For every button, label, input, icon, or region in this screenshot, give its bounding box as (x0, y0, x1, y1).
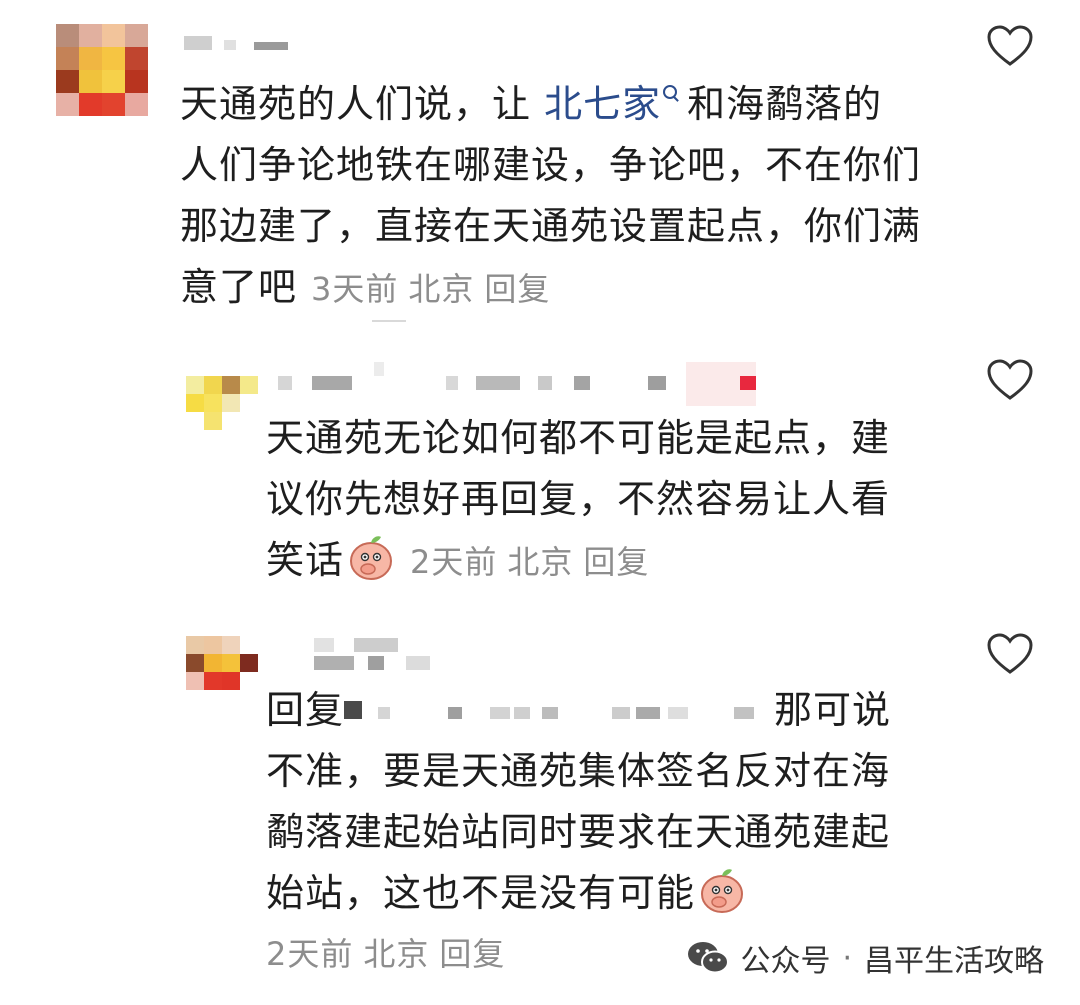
link-beiqijia[interactable]: 北七家 (544, 82, 661, 126)
platform-label: 公众号 (740, 944, 831, 979)
account-name: 昌平生活攻略 (864, 944, 1044, 979)
comment-text: 天通苑的人们说，让 北七家 和海鹬落的 人们争论地铁在哪建设，争论吧，不在你们 那… (180, 82, 922, 309)
location: 北京 (363, 935, 430, 973)
location: 北京 (408, 270, 475, 308)
reply-button[interactable]: 回复 (484, 270, 550, 308)
author-name[interactable] (314, 638, 434, 670)
reply-button[interactable]: 回复 (583, 543, 649, 581)
timestamp: 3天前 (311, 270, 399, 308)
reply-prefix: 回复 (266, 688, 345, 732)
heart-outline-icon[interactable] (986, 24, 1034, 68)
avatar[interactable] (186, 636, 262, 692)
timestamp: 2天前 (266, 935, 354, 973)
peach-face-emoji-icon (701, 869, 744, 913)
author-name[interactable] (184, 36, 304, 50)
search-icon[interactable] (663, 85, 678, 99)
comment-text: 天通苑无论如何都不可能是起点，建 议你先想好再回复，不然容易让人看 笑话 2天前… (266, 416, 891, 582)
avatar[interactable] (186, 360, 262, 432)
wechat-icon (688, 942, 730, 974)
heart-outline-icon[interactable] (986, 632, 1034, 676)
mention-redacted[interactable] (344, 693, 774, 733)
location: 北京 (507, 543, 574, 581)
peach-face-emoji-icon (350, 536, 393, 580)
avatar[interactable] (56, 24, 148, 116)
reply-button[interactable]: 回复 (439, 935, 505, 973)
watermark: 公众号 · 昌平生活攻略 (686, 936, 1044, 980)
divider (372, 320, 406, 322)
author-name[interactable] (278, 362, 778, 406)
separator: · (842, 940, 852, 976)
timestamp: 2天前 (410, 543, 498, 581)
heart-outline-icon[interactable] (986, 358, 1034, 402)
